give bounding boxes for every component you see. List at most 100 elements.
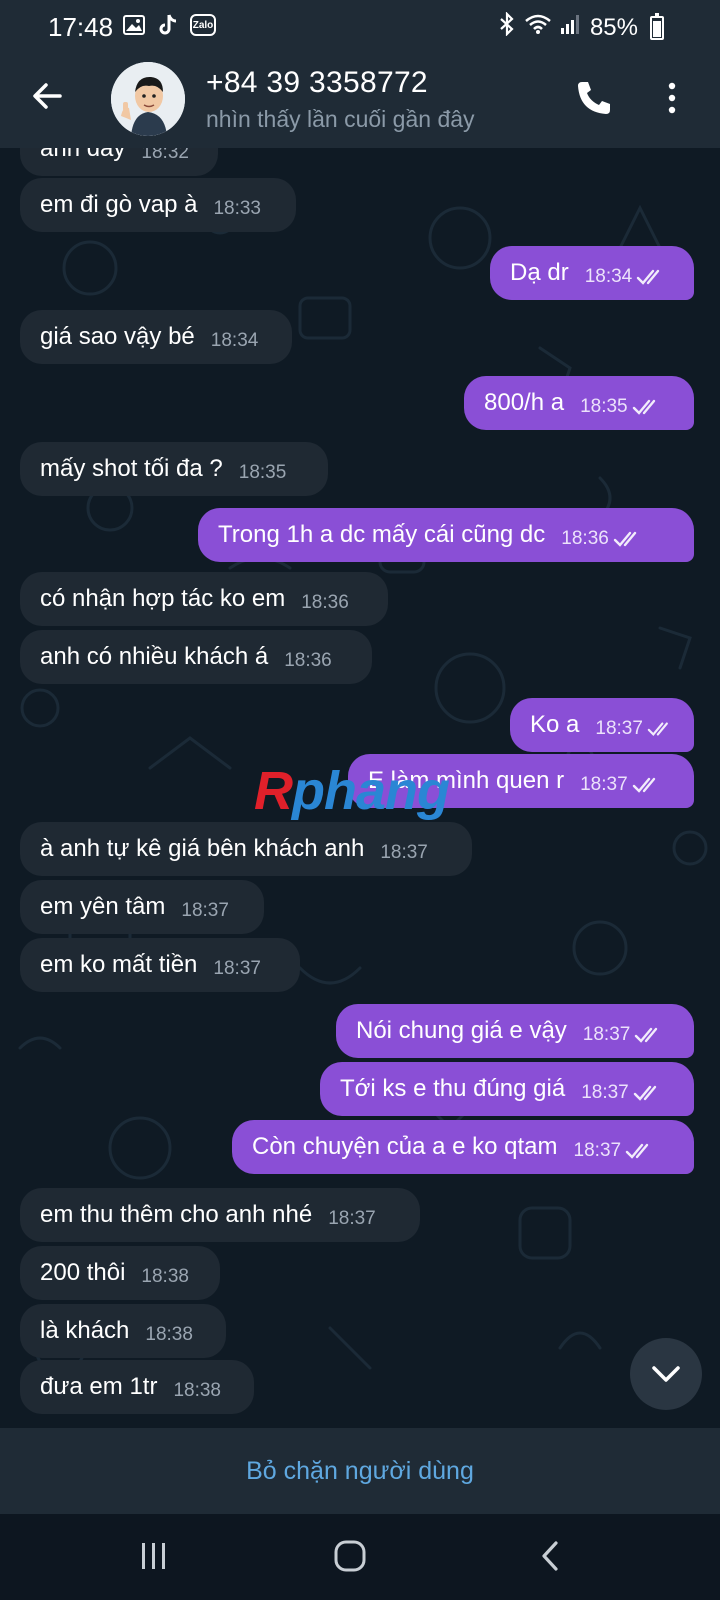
message-text: Tới ks e thu đúng giá [340, 1075, 566, 1102]
outgoing-message[interactable]: Ko a 18:37 [510, 698, 694, 752]
message-time: 18:38 [141, 1266, 189, 1287]
read-double-check-icon [625, 1143, 649, 1159]
chat-header: +84 39 3358772 nhìn thấy lần cuối gần đâ… [0, 52, 720, 148]
arrow-left-icon [33, 83, 62, 109]
read-double-check-icon [632, 777, 655, 793]
unblock-user-button[interactable]: Bỏ chặn người dùng [0, 1428, 720, 1514]
incoming-message[interactable]: à anh tự kê giá bên khách anh 18:37 [20, 822, 472, 876]
avatar-image [111, 62, 185, 136]
message-time: 18:37 [380, 842, 428, 863]
message-text: Dạ dr [510, 259, 569, 286]
status-app-icons: Zalo [122, 13, 216, 37]
message-time: 18:36 [561, 528, 609, 549]
incoming-message[interactable]: em yên tâm 18:37 [20, 880, 264, 934]
zalo-icon: Zalo [190, 14, 216, 36]
incoming-message[interactable]: anh có nhiều khách á 18:36 [20, 630, 372, 684]
system-back-button[interactable] [526, 1534, 574, 1578]
back-button[interactable] [26, 74, 70, 118]
outgoing-message[interactable]: Tới ks e thu đúng giá 18:37 [320, 1062, 694, 1116]
wifi-icon [524, 13, 552, 42]
message-text: anh đây [40, 148, 126, 162]
last-seen-status: nhìn thấy lần cuối gần đây [206, 106, 475, 132]
message-text: Còn chuyện của a e ko qtam [252, 1133, 558, 1160]
message-text: em đi gò vap à [40, 191, 198, 218]
message-text: 800/h a [484, 389, 565, 416]
message-list[interactable]: anh đây 18:32 em đi gò vap à 18:33 Dạ dr 18:3… [0, 148, 720, 1428]
recent-apps-icon [142, 1543, 165, 1569]
incoming-message[interactable]: anh đây 18:32 [20, 148, 218, 176]
message-text: Ko a [530, 711, 580, 738]
incoming-message[interactable]: giá sao vậy bé 18:34 [20, 310, 292, 364]
message-text: Nói chung giá e vậy [356, 1017, 567, 1044]
recent-apps-button[interactable] [130, 1534, 178, 1578]
message-text: Trong 1h a dc mấy cái cũng dc [218, 521, 546, 548]
message-text: đưa em 1tr [40, 1373, 158, 1400]
message-text: em thu thêm cho anh nhé [40, 1201, 313, 1228]
signal-icon [560, 13, 582, 42]
incoming-message[interactable]: là khách 18:38 [20, 1304, 226, 1358]
read-double-check-icon [613, 531, 637, 547]
message-text: à anh tự kê giá bên khách anh [40, 835, 365, 862]
message-time: 18:32 [141, 148, 189, 163]
message-time: 18:37 [181, 900, 229, 921]
more-vertical-icon [668, 82, 676, 114]
scroll-to-bottom-button[interactable] [630, 1338, 702, 1410]
outgoing-message[interactable]: Nói chung giá e vậy 18:37 [336, 1004, 694, 1058]
message-time: 18:37 [573, 1140, 622, 1161]
message-text: là khách [40, 1317, 130, 1344]
gallery-icon [122, 13, 146, 37]
outgoing-message[interactable]: Dạ dr 18:34 [490, 246, 694, 300]
incoming-message[interactable]: có nhận hợp tác ko em 18:36 [20, 572, 388, 626]
message-time: 18:35 [238, 462, 287, 483]
avatar[interactable] [111, 62, 185, 136]
outgoing-message[interactable]: Còn chuyện của a e ko qtam 18:37 [232, 1120, 694, 1174]
read-double-check-icon [635, 1027, 658, 1043]
home-button[interactable] [326, 1534, 374, 1578]
contact-name[interactable]: +84 39 3358772 [206, 66, 428, 100]
message-time: 18:34 [584, 266, 633, 287]
message-text: 200 thôi [40, 1259, 126, 1286]
message-time: 18:37 [580, 774, 628, 795]
incoming-message[interactable]: em thu thêm cho anh nhé 18:37 [20, 1188, 420, 1242]
message-time: 18:38 [145, 1324, 193, 1345]
read-double-check-icon [633, 1085, 656, 1101]
message-text: em ko mất tiền [40, 951, 198, 978]
message-time: 18:36 [284, 650, 332, 671]
call-button[interactable] [574, 78, 614, 118]
message-text: có nhận hợp tác ko em [40, 585, 286, 612]
battery-percent: 85% [589, 13, 638, 41]
read-double-check-icon [647, 722, 668, 737]
message-time: 18:33 [213, 198, 261, 219]
message-time: 18:34 [210, 330, 259, 351]
outgoing-message[interactable]: Trong 1h a dc mấy cái cũng dc 18:36 [198, 508, 694, 562]
incoming-message[interactable]: 200 thôi 18:38 [20, 1246, 220, 1300]
read-double-check-icon [632, 399, 655, 415]
battery-icon [650, 12, 664, 40]
message-time: 18:36 [301, 592, 349, 613]
message-time: 18:37 [595, 718, 643, 739]
message-time: 18:38 [173, 1380, 221, 1401]
outgoing-message[interactable]: 800/h a 18:35 [464, 376, 694, 430]
message-time: 18:37 [582, 1024, 631, 1045]
watermark: Rphang [254, 761, 450, 821]
incoming-message[interactable]: mấy shot tối đa ? 18:35 [20, 442, 328, 496]
incoming-message[interactable]: đưa em 1tr 18:38 [20, 1360, 254, 1414]
message-text: em yên tâm [40, 893, 166, 920]
bluetooth-icon [498, 11, 516, 43]
read-double-check-icon [637, 269, 660, 285]
phone-icon [578, 82, 610, 114]
chevron-down-icon [652, 1366, 680, 1382]
message-text: anh có nhiều khách á [40, 643, 269, 670]
status-right: 85% [498, 11, 664, 43]
message-time: 18:35 [580, 396, 628, 417]
incoming-message[interactable]: em ko mất tiền 18:37 [20, 938, 300, 992]
message-time: 18:37 [213, 958, 261, 979]
message-text: mấy shot tối đa ? [40, 455, 223, 482]
home-icon [334, 1540, 366, 1572]
message-text: giá sao vậy bé [40, 323, 195, 350]
message-time: 18:37 [328, 1208, 376, 1229]
incoming-message[interactable]: em đi gò vap à 18:33 [20, 178, 296, 232]
message-time: 18:37 [581, 1082, 629, 1103]
more-options-button[interactable] [660, 78, 684, 118]
status-bar: 17:48 Zalo 85% [0, 0, 720, 52]
